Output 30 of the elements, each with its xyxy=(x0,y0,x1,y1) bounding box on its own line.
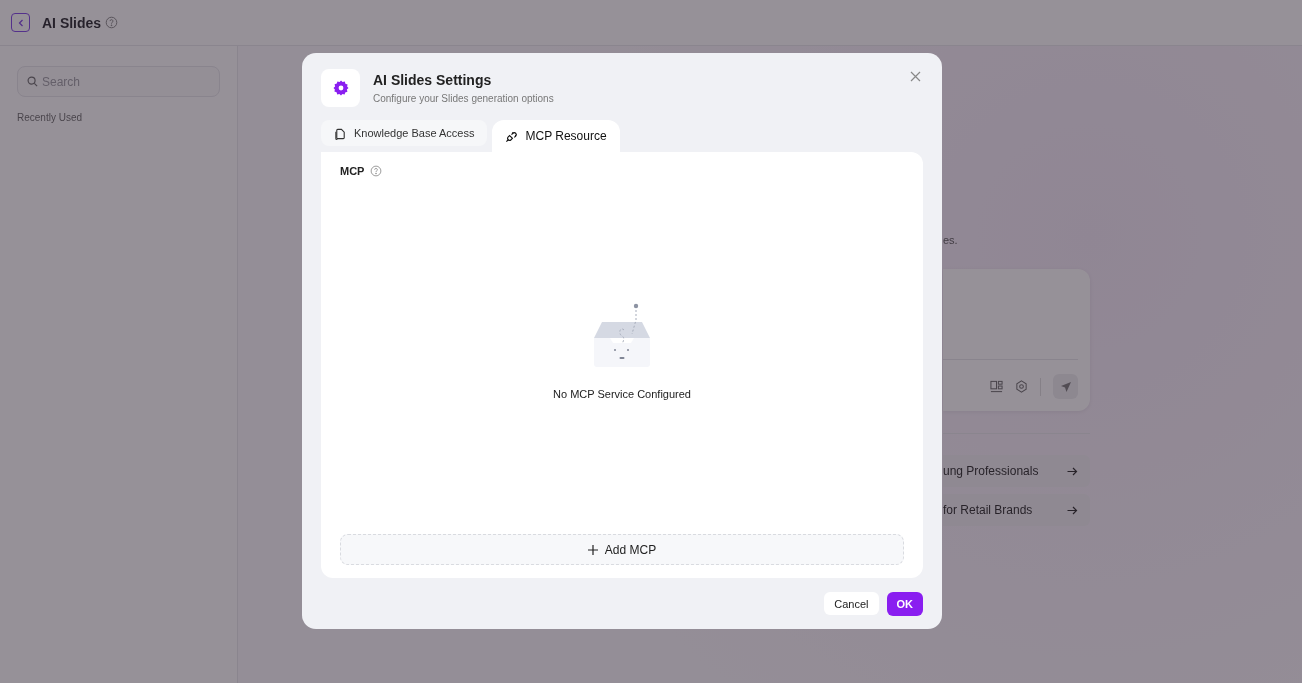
plug-icon xyxy=(505,129,519,143)
gear-icon xyxy=(321,69,360,107)
ok-button[interactable]: OK xyxy=(886,592,923,616)
help-icon[interactable] xyxy=(105,16,119,29)
document-icon xyxy=(334,126,347,140)
settings-icon[interactable] xyxy=(1015,380,1028,393)
settings-tab[interactable]: Knowledge Base Access xyxy=(321,120,488,146)
dialog-title: AI Slides Settings xyxy=(373,72,493,88)
send-icon xyxy=(1059,380,1072,393)
send-button[interactable] xyxy=(1053,374,1078,399)
cancel-button[interactable]: Cancel xyxy=(824,592,879,615)
plus-icon xyxy=(587,544,598,555)
section-label: Recently Used xyxy=(17,112,84,123)
close-button[interactable] xyxy=(908,69,923,84)
back-icon xyxy=(16,18,25,27)
layout-icon[interactable] xyxy=(990,380,1003,393)
dialog-subtitle: Configure your Slides generation options xyxy=(373,93,554,104)
section-label: MCP xyxy=(340,165,365,177)
empty-state-message: No MCP Service Configured xyxy=(553,387,691,400)
arrow-icon xyxy=(1067,466,1078,476)
add-mcp-button[interactable]: Add MCP xyxy=(340,534,904,565)
help-icon[interactable] xyxy=(370,165,383,177)
suggestion-item[interactable]: ung Professionals xyxy=(943,455,1090,487)
suggestion-item[interactable]: for Retail Brands xyxy=(943,494,1090,526)
intro-text: es. xyxy=(943,234,959,246)
app-title: AI Slides xyxy=(42,14,102,31)
settings-tab[interactable]: MCP Resource xyxy=(492,120,620,152)
close-icon xyxy=(910,71,921,82)
back-button[interactable] xyxy=(11,13,30,32)
arrow-icon xyxy=(1067,505,1078,515)
